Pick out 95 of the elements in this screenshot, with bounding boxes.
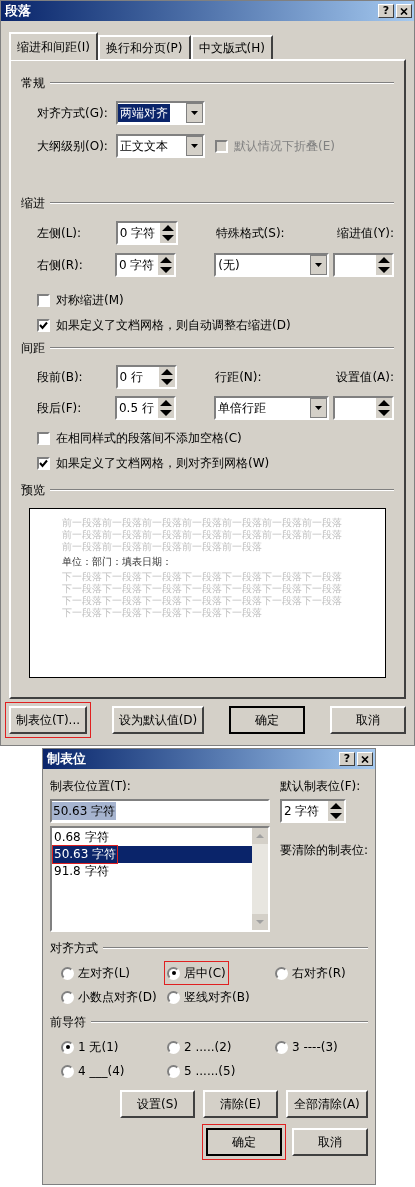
field-label: 默认制表位(F): [279,778,362,793]
spin-field[interactable] [332,396,394,420]
radio-button[interactable] [167,966,180,980]
scroll-up-icon [251,828,268,844]
field-label: 对齐方式(G): [37,105,109,122]
button[interactable]: 取消 [292,1128,368,1156]
spinner-arrows-icon [158,398,175,418]
close-icon [361,755,369,763]
button[interactable]: 确定 [229,706,305,734]
radio-label: 竖线对齐(B) [184,989,250,1006]
checkbox[interactable] [37,293,50,307]
close-button[interactable] [357,752,373,766]
field-label: 行距(N): [215,369,263,386]
close-button[interactable] [396,4,412,18]
scroll-down-icon [251,914,268,930]
spin-field[interactable]: 0 字符 [115,221,178,245]
field-label: 缩进值(Y): [337,225,394,242]
field-label: 要清除的制表位: [279,842,368,859]
button[interactable]: 制表位(T)... [9,706,87,734]
radio-button[interactable] [167,1040,180,1054]
checkbox-label: 在相同样式的段落间不添加空格(C) [56,430,242,447]
help-button[interactable]: ? [339,752,355,766]
tab[interactable]: 缩进和间距(I) [9,32,98,60]
section-heading: 缩进 [21,195,45,212]
radio-label: 小数点对齐(D) [78,989,157,1006]
button[interactable]: 清除(E) [203,1090,278,1118]
checkbox-label: 默认情况下折叠(E) [234,138,335,155]
checkbox-label: 如果定义了文档网格，则自动调整右缩进(D) [56,317,291,334]
spin-field[interactable]: 0 行 [115,365,178,389]
field-label: 特殊格式(S): [215,225,286,242]
button[interactable]: 全部清除(A) [286,1090,368,1118]
button[interactable]: 设置(S) [120,1090,195,1118]
list-item[interactable]: 91.8 字符 [52,863,252,880]
spin-field[interactable] [332,253,394,277]
field-label: 右侧(R): [37,257,84,274]
button[interactable]: 确定 [206,1128,282,1156]
radio-label: 居中(C) [184,965,226,982]
check-icon [39,320,48,330]
radio-button[interactable] [61,966,74,980]
check-icon [39,458,48,468]
button[interactable]: 设为默认值(D) [112,706,204,734]
radio-label: 4 ___(4) [78,1063,125,1080]
section-heading: 常规 [21,75,45,92]
spin-field[interactable]: 0 字符 [114,253,177,277]
field-label: 大纲级别(O): [37,138,109,155]
section-heading: 预览 [21,482,45,499]
radio-button[interactable] [61,1040,74,1054]
dropdown[interactable]: (无) [214,253,329,277]
list-item[interactable]: 50.63 字符 [52,846,252,863]
radio-button[interactable] [275,1040,288,1054]
radio-button[interactable] [61,1064,74,1078]
spinner-arrows-icon [159,223,176,243]
radio-label: 左对齐(L) [78,965,131,982]
section-heading: 对齐方式 [50,940,98,957]
checkbox[interactable] [37,456,50,470]
radio-label: 5 ......(5) [184,1063,236,1080]
spin-field[interactable]: 2 字符 [279,799,346,823]
dropdown[interactable]: 正文文本 [116,134,205,158]
help-button[interactable]: ? [378,4,394,18]
tab[interactable]: 中文版式(H) [190,35,273,59]
checkbox[interactable] [37,318,50,332]
checkbox-label: 如果定义了文档网格，则对齐到网格(W) [56,455,270,472]
window-title: 段落 [4,2,31,21]
text-field[interactable]: 50.63 字符 [50,799,270,823]
preview-text: 单位：部门：填表日期： [62,556,173,568]
field-label: 制表位位置(T): [50,778,132,793]
spinner-arrows-icon [159,367,176,387]
checkbox[interactable] [37,431,50,445]
radio-label: 3 ----(3) [292,1039,338,1056]
field-label: 段后(F): [37,400,83,417]
radio-label: 右对齐(R) [292,965,346,982]
dropdown[interactable]: 两端对齐 [116,101,205,125]
close-icon [400,7,408,15]
window-title: 制表位 [46,750,86,769]
radio-label: 1 无(1) [78,1039,119,1056]
spinner-arrows-icon [376,255,392,275]
spinner-arrows-icon [327,801,344,821]
button[interactable]: 取消 [330,706,406,734]
radio-button[interactable] [167,1064,180,1078]
dropdown[interactable]: 单倍行距 [214,396,329,420]
radio-button[interactable] [167,990,180,1004]
section-heading: 前导符 [50,1014,86,1031]
section-heading: 间距 [21,340,45,357]
spinner-arrows-icon [376,398,392,418]
checkbox-label: 对称缩进(M) [56,292,124,309]
field-label: 段前(B): [37,369,84,386]
radio-button[interactable] [275,966,288,980]
field-label: 设置值(A): [336,369,394,386]
list-item[interactable]: 0.68 字符 [52,829,252,846]
spinner-arrows-icon [158,255,175,275]
radio-button[interactable] [61,990,74,1004]
radio-label: 2 .....(2) [184,1039,232,1056]
spin-field[interactable]: 0.5 行 [114,396,177,420]
tab[interactable]: 换行和分页(P) [97,35,191,59]
field-label: 左侧(L): [37,225,83,242]
